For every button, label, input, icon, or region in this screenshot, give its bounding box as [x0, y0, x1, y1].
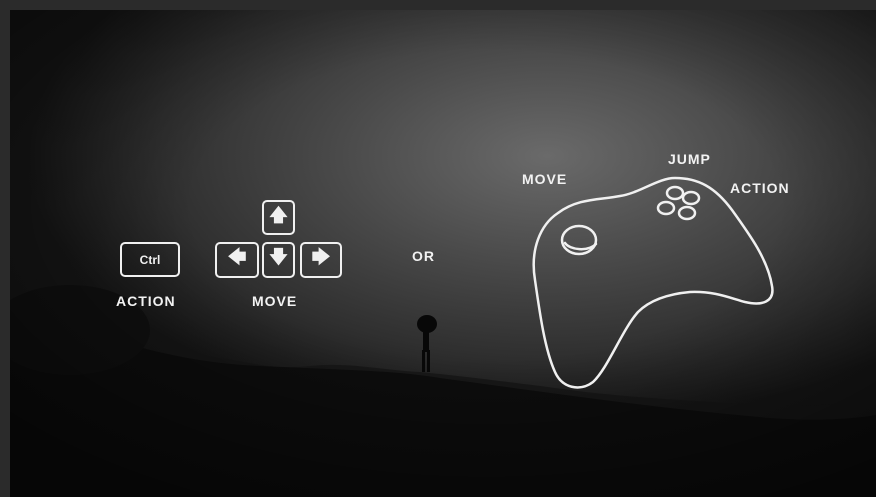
gamepad-action-label: ACTION	[730, 180, 790, 196]
gamepad-move-label: MOVE	[522, 171, 568, 187]
button-top-right	[681, 190, 701, 206]
button-bottom-left	[656, 200, 676, 216]
game-scene: Ctrl 🡅 🡄 🡇 🡆 ACTION MOVE OR MOVE JUMP AC…	[10, 10, 876, 497]
gamepad-jump-label: JUMP	[668, 151, 711, 167]
button-bottom-right	[677, 205, 697, 221]
game-screen: Ctrl 🡅 🡄 🡇 🡆 ACTION MOVE OR MOVE JUMP AC…	[0, 0, 876, 497]
gamepad-icon	[532, 176, 774, 389]
button-top-left	[665, 185, 685, 201]
